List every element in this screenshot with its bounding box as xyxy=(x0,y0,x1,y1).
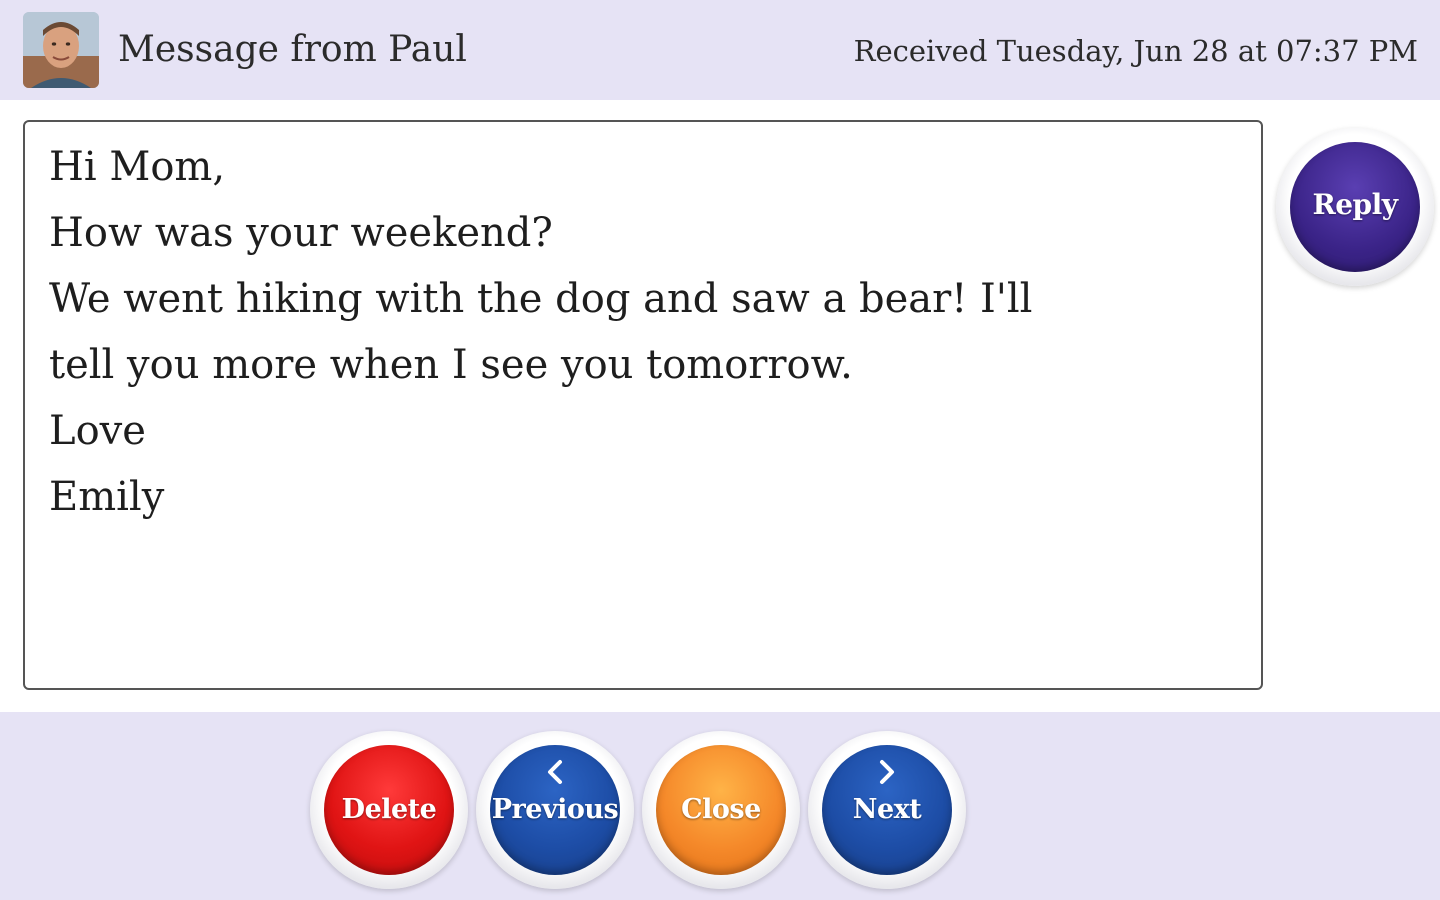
message-body: Hi Mom, How was your weekend? We went hi… xyxy=(23,120,1263,690)
message-line: How was your weekend? xyxy=(49,210,553,256)
chevron-right-icon xyxy=(822,759,952,792)
next-button-label: Next xyxy=(852,794,922,825)
message-header: Message from Paul Received Tuesday, Jun … xyxy=(0,0,1440,100)
delete-button-label: Delete xyxy=(341,794,437,825)
message-line: Hi Mom, xyxy=(49,144,226,190)
avatar-photo xyxy=(23,12,99,88)
close-button[interactable]: Close xyxy=(656,745,786,875)
message-line: tell you more when I see you tomorrow. xyxy=(49,342,853,388)
chevron-left-icon xyxy=(490,759,620,792)
reply-button-label: Reply xyxy=(1312,188,1398,221)
previous-button[interactable]: Previous xyxy=(490,745,620,875)
delete-button-frame: Delete xyxy=(310,731,468,889)
previous-button-label: Previous xyxy=(491,794,619,825)
message-line: We went hiking with the dog and saw a be… xyxy=(49,276,1033,322)
avatar xyxy=(23,12,99,88)
page-title: Message from Paul xyxy=(118,29,467,70)
reply-button[interactable]: Reply xyxy=(1290,142,1420,272)
received-timestamp: Received Tuesday, Jun 28 at 07:37 PM xyxy=(853,34,1418,68)
message-line: Emily xyxy=(49,474,165,520)
reply-button-frame: Reply xyxy=(1276,128,1434,286)
message-line: Love xyxy=(49,408,146,454)
next-button[interactable]: Next xyxy=(822,745,952,875)
previous-button-frame: Previous xyxy=(476,731,634,889)
next-button-frame: Next xyxy=(808,731,966,889)
close-button-frame: Close xyxy=(642,731,800,889)
delete-button[interactable]: Delete xyxy=(324,745,454,875)
close-button-label: Close xyxy=(681,794,761,825)
